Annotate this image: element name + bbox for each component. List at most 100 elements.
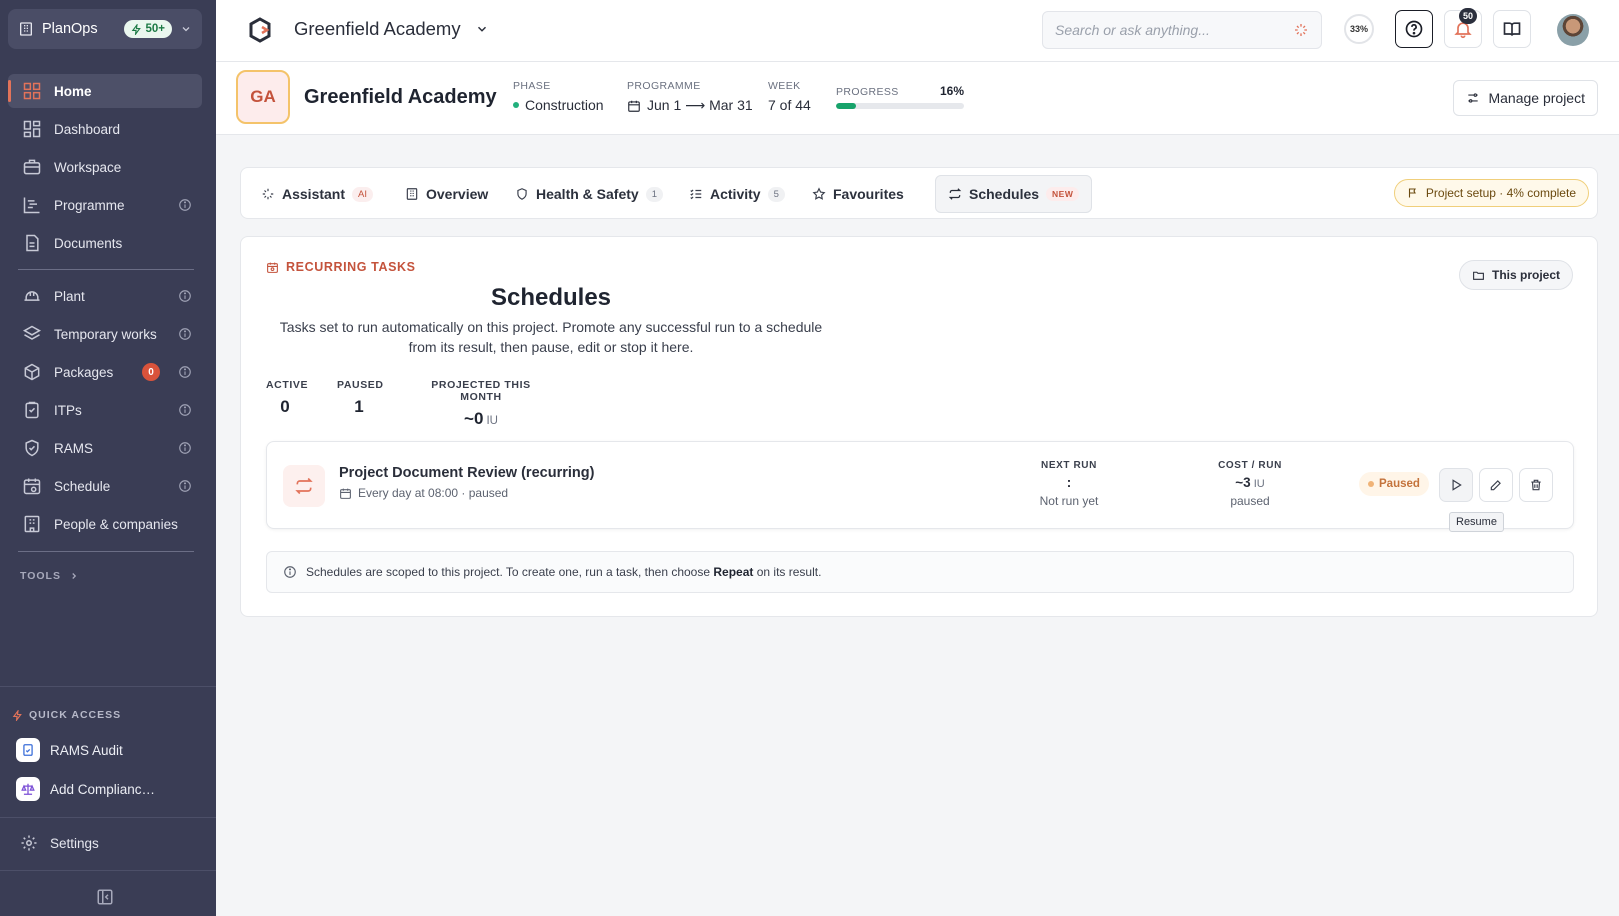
- delete-button[interactable]: [1519, 468, 1553, 502]
- sidebar-item-programme[interactable]: Programme: [8, 188, 202, 222]
- project-switcher[interactable]: Greenfield Academy: [294, 18, 489, 40]
- sidebar-item-plant[interactable]: Plant: [8, 279, 202, 313]
- status-label: Paused: [1379, 478, 1420, 490]
- tab-label: Schedules: [969, 186, 1040, 202]
- sidebar-item-workspace[interactable]: Workspace: [8, 150, 202, 184]
- workspace-name: PlanOps: [42, 21, 98, 37]
- tab-favourites[interactable]: Favourites: [800, 175, 916, 213]
- programme-meta: PROGRAMME Jun 1 ⟶ Mar 31: [627, 80, 753, 114]
- sidebar-item-schedule[interactable]: Schedule: [8, 469, 202, 503]
- building-icon: [20, 22, 32, 36]
- sparkle-icon[interactable]: [1293, 22, 1309, 38]
- stat-value: 1: [354, 397, 364, 416]
- note-text: on its result.: [753, 565, 822, 579]
- list-check-icon: [690, 189, 702, 200]
- stat-value: 0: [280, 397, 290, 416]
- tools-section-toggle[interactable]: TOOLS: [20, 570, 79, 582]
- tab-badge: AI: [352, 186, 374, 202]
- schedule-row[interactable]: Project Document Review (recurring) Ever…: [266, 441, 1574, 532]
- sidebar-item-dashboard[interactable]: Dashboard: [8, 112, 202, 146]
- quick-access-label: QUICK ACCESS: [29, 709, 122, 721]
- sidebar-item-home[interactable]: Home: [8, 74, 202, 108]
- help-button[interactable]: [1395, 10, 1433, 48]
- sidebar-item-rams[interactable]: RAMS: [8, 431, 202, 465]
- manage-project-button[interactable]: Manage project: [1453, 80, 1598, 116]
- document-icon: [26, 234, 39, 252]
- tab-label: Overview: [426, 186, 489, 202]
- stat-paused: PAUSED 1: [337, 379, 383, 417]
- sidebar-item-packages[interactable]: Packages 0: [8, 355, 202, 389]
- workspace-switcher[interactable]: PlanOps 50+: [8, 9, 202, 49]
- tab-schedules[interactable]: Schedules NEW: [935, 175, 1093, 213]
- pencil-icon: [1490, 480, 1501, 491]
- sidebar-item-people-companies[interactable]: People & companies: [8, 507, 202, 541]
- progress-value: 16%: [939, 84, 964, 98]
- manage-project-label: Manage project: [1488, 90, 1585, 106]
- info-icon[interactable]: [178, 327, 192, 341]
- page-title: Schedules: [490, 284, 612, 311]
- docs-button[interactable]: [1493, 10, 1531, 48]
- credits-badge[interactable]: 50+: [124, 20, 172, 38]
- avatar[interactable]: [1557, 14, 1589, 46]
- package-icon: [24, 363, 40, 381]
- tab-health-safety[interactable]: Health & Safety 1: [503, 175, 675, 213]
- edit-button[interactable]: [1479, 468, 1513, 502]
- project-header: GA Greenfield Academy PHASE Construction…: [216, 62, 1619, 135]
- page-description: Tasks set to run automatically on this p…: [279, 319, 823, 355]
- play-icon: [1452, 479, 1462, 491]
- info-icon[interactable]: [178, 479, 192, 493]
- search-input[interactable]: [1055, 22, 1293, 38]
- sidebar-item-documents[interactable]: Documents: [8, 226, 202, 260]
- project-setup-pill[interactable]: Project setup · 4% complete: [1393, 179, 1589, 207]
- flag-icon: [1408, 188, 1416, 198]
- top-bar: Greenfield Academy 33% 50: [216, 0, 1619, 62]
- collapse-divider: [0, 870, 216, 871]
- repeat-icon: [948, 188, 962, 200]
- settings-link[interactable]: Settings: [20, 834, 99, 852]
- info-icon: [284, 566, 296, 578]
- collapse-sidebar-button[interactable]: [96, 888, 114, 906]
- shield-icon: [25, 439, 39, 457]
- star-icon: [812, 187, 826, 200]
- chevron-down-icon: [182, 27, 190, 32]
- stat-value: ~0: [464, 409, 484, 428]
- info-icon[interactable]: [178, 289, 192, 303]
- credits-badge-value: 50+: [145, 23, 165, 35]
- sidebar-item-label: Plant: [54, 288, 85, 304]
- sidebar-item-label: Temporary works: [54, 326, 157, 342]
- next-run-column: NEXT RUN : Not run yet: [1019, 460, 1119, 508]
- sidebar-item-label: Dashboard: [54, 121, 121, 137]
- status-dot: [1368, 481, 1374, 487]
- info-icon[interactable]: [178, 403, 192, 417]
- scope-note: Schedules are scoped to this project. To…: [266, 551, 1574, 593]
- usage-indicator[interactable]: 33%: [1344, 14, 1374, 44]
- tab-overview[interactable]: Overview: [393, 175, 500, 213]
- quick-access-add-compliance[interactable]: Add Complianc…: [16, 777, 155, 801]
- schedules-card: RECURRING TASKS This project Schedules T…: [240, 236, 1598, 617]
- sidebar-item-label: RAMS: [54, 440, 94, 456]
- logo-icon: [249, 17, 271, 43]
- progress-header: PROGRESS 16%: [836, 84, 964, 98]
- quick-access-rams-audit[interactable]: RAMS Audit: [16, 738, 123, 762]
- note-text: Schedules are scoped to this project. To…: [306, 565, 714, 579]
- info-icon[interactable]: [178, 441, 192, 455]
- scales-icon: [16, 777, 40, 801]
- hardhat-icon: [24, 291, 40, 301]
- scope-this-project-button[interactable]: This project: [1458, 260, 1573, 290]
- sidebar-item-temporary-works[interactable]: Temporary works: [8, 317, 202, 351]
- progress-bar-fill: [836, 103, 857, 109]
- app-logo[interactable]: [246, 16, 274, 44]
- resume-button[interactable]: [1439, 468, 1473, 502]
- tab-assistant[interactable]: Assistant AI: [249, 175, 385, 213]
- building-icon: [24, 515, 40, 533]
- phase-status-dot: [513, 102, 519, 108]
- tab-activity[interactable]: Activity 5: [677, 175, 797, 213]
- info-icon[interactable]: [178, 365, 192, 379]
- notifications-button[interactable]: 50: [1444, 8, 1482, 48]
- sidebar-item-itps[interactable]: ITPs: [8, 393, 202, 427]
- sidebar-item-label: People & companies: [54, 516, 178, 532]
- stat-value-row: ~0 IU: [413, 409, 549, 429]
- next-run-sub: Not run yet: [1039, 494, 1099, 508]
- info-icon[interactable]: [178, 198, 192, 212]
- nav-divider: [18, 269, 194, 270]
